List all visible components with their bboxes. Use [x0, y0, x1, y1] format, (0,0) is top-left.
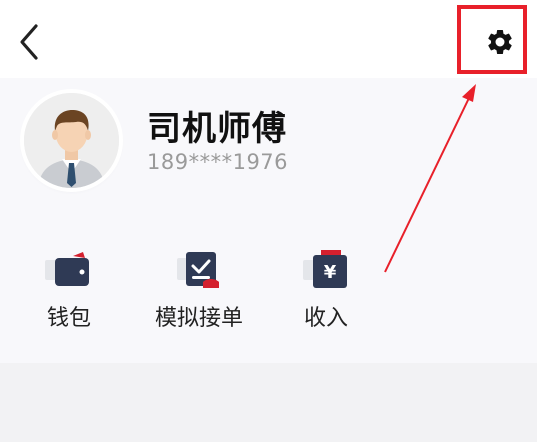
simulate-order-label: 模拟接单: [154, 306, 243, 331]
simulate-order-icon: [177, 252, 219, 288]
income-yen-icon: ¥: [303, 250, 347, 288]
settings-highlight-box: [457, 5, 527, 74]
lower-section: [0, 363, 537, 442]
income-label: 收入: [303, 306, 348, 331]
avatar[interactable]: [24, 93, 119, 188]
income-button[interactable]: ¥ 收入: [271, 248, 381, 333]
svg-text:¥: ¥: [324, 262, 337, 283]
chevron-left-icon: [20, 24, 38, 60]
wallet-icon: [45, 252, 89, 286]
wallet-label: 钱包: [46, 306, 91, 331]
back-button[interactable]: [14, 22, 48, 62]
simulate-order-button[interactable]: 模拟接单: [144, 248, 254, 333]
driver-avatar: [24, 93, 119, 188]
driver-phone: 189****1976: [147, 150, 289, 174]
driver-name: 司机师傅: [147, 109, 287, 149]
wallet-button[interactable]: 钱包: [14, 248, 124, 333]
